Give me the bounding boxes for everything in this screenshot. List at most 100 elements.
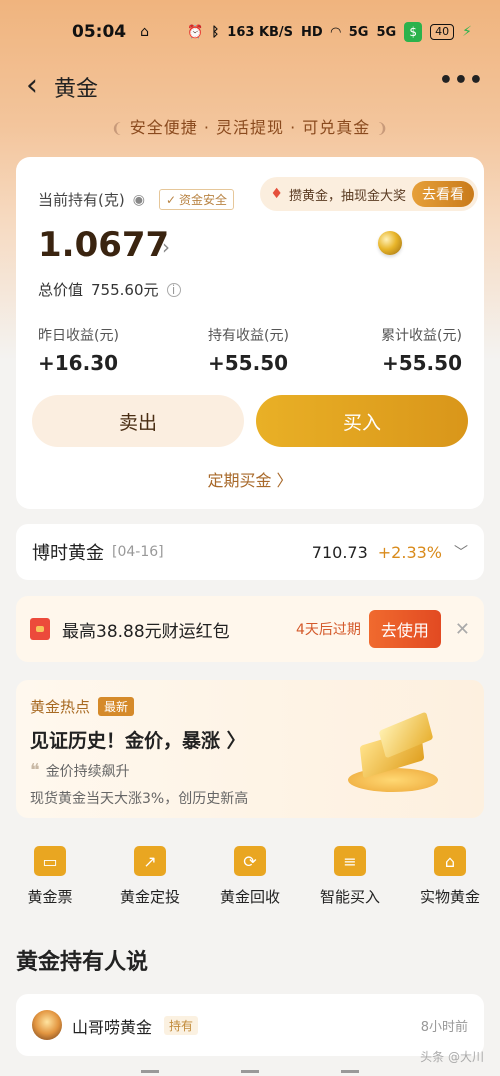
nav-menu-icon[interactable] <box>141 1070 159 1073</box>
stat-value: +55.50 <box>381 351 462 375</box>
security-icon: $ <box>404 22 423 42</box>
stat-cumulative: 累计收益(元) +55.50 <box>381 325 462 375</box>
promo-button[interactable]: 去看看 <box>412 181 474 207</box>
menu-label: 实物黄金 <box>419 888 480 906</box>
nav-home-icon[interactable] <box>241 1070 259 1073</box>
bluetooth-icon: ᛒ <box>211 24 220 40</box>
safe-badge[interactable]: ✓ 资金安全 <box>158 189 235 210</box>
laurel-left-icon: ❨ <box>111 121 124 137</box>
watermark: 头条 @大川 <box>420 1050 484 1064</box>
post-card[interactable]: 山哥唠黄金 持有 8小时前 <box>16 994 484 1056</box>
buy-button[interactable]: 买入 <box>256 395 468 447</box>
wifi-icon: ◠ <box>330 24 341 40</box>
signal-icon-2: 5G <box>376 24 397 40</box>
hot-news-card[interactable]: 黄金热点 最新 见证历史！金价，暴涨 〉 ❝ 金价持续飙升 现货黄金当天大涨3%，… <box>16 680 484 818</box>
regular-buy-link[interactable]: 定期买金 〉 <box>16 467 484 491</box>
fund-price: 710.73 <box>311 542 368 562</box>
gold-base <box>348 768 438 792</box>
charging-icon: ⚡ <box>462 24 472 40</box>
smart-buy-icon: ≡ <box>334 846 366 876</box>
system-nav-bar <box>0 1064 500 1076</box>
info-icon[interactable]: i <box>166 282 181 297</box>
holding-label-row: 当前持有(克) ◉ ✓ 资金安全 <box>38 189 235 210</box>
coupon-use-button[interactable]: 去使用 <box>368 610 441 648</box>
slogan: ❨ 安全便捷 · 灵活提现 · 可兑真金 ❩ <box>0 114 500 138</box>
menu-label: 智能买入 <box>319 888 380 906</box>
menu-item-smart-buy[interactable]: ≡ 智能买入 <box>300 846 400 910</box>
coupon-card: 最高38.88元财运红包 4天后过期 去使用 ✕ <box>16 596 484 662</box>
gold-ball-icon <box>378 231 402 255</box>
stat-yesterday: 昨日收益(元) +16.30 <box>38 325 119 375</box>
page-title: 黄金 <box>54 77 99 102</box>
status-time: 05:04 <box>72 22 127 42</box>
holder-badge: 持有 <box>164 1016 199 1035</box>
hot-badge: 最新 <box>98 697 135 716</box>
fund-row[interactable]: 博时黄金 [04-16] 710.73 +2.33% ﹀ <box>16 524 484 580</box>
nav-bar: ‹ 黄金 ••• <box>0 64 500 110</box>
battery-icon: 40 <box>430 24 455 40</box>
hot-quote-row: ❝ 金价持续飙升 <box>30 760 130 781</box>
total-value-row: 总价值 755.60元 i <box>38 279 181 300</box>
promo-banner[interactable]: ♦ 攒黄金，抽现金大奖 去看看 <box>260 177 478 211</box>
gold-recycle-icon: ⟳ <box>234 846 266 876</box>
menu-item-gold-ticket[interactable]: ▭ 黄金票 <box>0 846 100 910</box>
eye-icon[interactable]: ◉ <box>133 192 145 208</box>
hd-icon: HD <box>301 24 323 40</box>
fund-change: +2.33% <box>377 542 442 562</box>
sell-button[interactable]: 卖出 <box>32 395 244 447</box>
post-author[interactable]: 山哥唠黄金 <box>72 1014 152 1038</box>
holding-label: 当前持有(克) <box>38 191 125 209</box>
stat-label: 昨日收益(元) <box>38 328 119 344</box>
hot-title: 黄金热点 <box>30 698 91 716</box>
section-title: 黄金持有人说 <box>16 950 149 975</box>
hot-desc: 现货黄金当天大涨3%，创历史新高 <box>30 791 249 807</box>
signal-icon: 5G <box>348 24 369 40</box>
stat-value: +16.30 <box>38 351 119 375</box>
shield-check-icon: ✓ <box>165 192 176 207</box>
quick-menu: ▭ 黄金票 ↗ 黄金定投 ⟳ 黄金回收 ≡ 智能买入 ⌂ 实物黄金 <box>0 846 500 910</box>
physical-gold-icon: ⌂ <box>434 846 466 876</box>
gold-bars-image <box>348 710 444 800</box>
stat-label: 持有收益(元) <box>208 328 289 344</box>
quote-icon: ❝ <box>30 760 40 781</box>
slogan-text: 安全便捷 · 灵活提现 · 可兑真金 <box>129 118 371 137</box>
menu-item-physical-gold[interactable]: ⌂ 实物黄金 <box>400 846 500 910</box>
hot-quote: 金价持续飙升 <box>45 764 130 780</box>
gift-icon: ♦ <box>270 186 283 202</box>
alarm-icon: ⏰ <box>187 24 204 40</box>
close-icon[interactable]: ✕ <box>455 619 470 640</box>
total-label: 总价值 <box>38 281 84 299</box>
safe-badge-label: 资金安全 <box>179 193 228 207</box>
red-envelope-icon <box>30 618 50 640</box>
coupon-expire: 4天后过期 <box>295 622 361 638</box>
holding-amount[interactable]: 1.0677 <box>38 225 169 265</box>
stat-value: +55.50 <box>208 351 289 375</box>
menu-item-gold-invest[interactable]: ↗ 黄金定投 <box>100 846 200 910</box>
total-value: 755.60元 <box>91 281 159 299</box>
status-bar: 05:04 ⌂ ⏰ ᛒ 163 KB/S HD ◠ 5G 5G $ 40 ⚡ <box>0 0 500 64</box>
notification-icon: ⌂ <box>140 24 150 40</box>
gold-ticket-icon: ▭ <box>34 846 66 876</box>
menu-label: 黄金定投 <box>119 888 180 906</box>
hot-headline[interactable]: 见证历史！金价，暴涨 〉 <box>30 726 246 753</box>
holding-card: 当前持有(克) ◉ ✓ 资金安全 ♦ 攒黄金，抽现金大奖 去看看 1.0677 ›… <box>16 157 484 509</box>
fund-date: [04-16] <box>112 544 164 560</box>
laurel-right-icon: ❩ <box>376 121 389 137</box>
gold-invest-icon: ↗ <box>134 846 166 876</box>
stat-holding: 持有收益(元) +55.50 <box>208 325 289 375</box>
post-time: 8小时前 <box>420 1020 468 1035</box>
chevron-right-icon[interactable]: › <box>162 235 170 259</box>
avatar[interactable] <box>32 1010 62 1040</box>
chevron-down-icon[interactable]: ﹀ <box>454 542 468 562</box>
stat-label: 累计收益(元) <box>381 328 462 344</box>
coupon-text: 最高38.88元财运红包 <box>62 621 230 642</box>
menu-item-gold-recycle[interactable]: ⟳ 黄金回收 <box>200 846 300 910</box>
promo-text: 攒黄金，抽现金大奖 <box>288 188 406 204</box>
network-speed: 163 KB/S <box>227 24 294 40</box>
status-icons: ⏰ ᛒ 163 KB/S HD ◠ 5G 5G $ 40 ⚡ <box>187 22 472 42</box>
more-dots-icon[interactable]: ••• <box>439 68 484 93</box>
back-arrow-icon[interactable]: ‹ <box>16 68 48 106</box>
menu-label: 黄金票 <box>27 888 73 906</box>
menu-label: 黄金回收 <box>219 888 280 906</box>
nav-back-icon[interactable] <box>341 1070 359 1073</box>
